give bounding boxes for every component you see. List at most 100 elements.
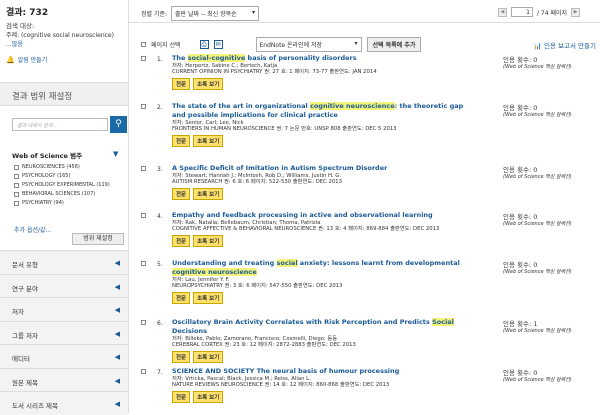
record-title-part: Social	[432, 318, 454, 326]
view-abstract-button[interactable]: 초록 보기	[193, 234, 224, 247]
record-checkbox[interactable]	[141, 56, 146, 61]
select-page-checkbox[interactable]	[141, 42, 146, 48]
fulltext-button[interactable]: 전문	[172, 234, 191, 247]
record-title-part: basis of personality disorders	[245, 54, 357, 62]
record-citations: 인용 횟수: 1 (Web of Science 핵심 컬렉션)	[503, 318, 593, 334]
query-more-link[interactable]: ...많음	[6, 39, 122, 48]
citation-report-link[interactable]: 📊 인용 보고서 만들기	[534, 40, 596, 50]
facet-research-area[interactable]: 연구 분야 ◀	[0, 273, 128, 297]
record-citations: 인용 횟수: 0 (Web of Science 핵심 컬렉션)	[503, 211, 593, 227]
query-text: 주제: (cognitive social neuroscience)	[6, 32, 114, 39]
next-page-button[interactable]: ▶	[571, 7, 580, 17]
record-number: 5.	[157, 261, 163, 268]
view-abstract-button[interactable]: 초록 보기	[193, 350, 224, 363]
fulltext-button[interactable]: 전문	[172, 390, 191, 403]
facet-source-title[interactable]: 원본 제목 ◀	[0, 367, 128, 391]
facet-group-author[interactable]: 그룹 저자 ◀	[0, 320, 128, 344]
facet-document-type[interactable]: 문서 유형 ◀	[0, 250, 128, 274]
category-checkbox[interactable]	[14, 200, 19, 206]
chevron-down-icon: ▾	[354, 40, 358, 47]
category-checkbox[interactable]	[14, 191, 19, 197]
facet-editor[interactable]: 에디터 ◀	[0, 344, 128, 368]
fulltext-button[interactable]: 전문	[172, 134, 191, 147]
record-title[interactable]: SCIENCE AND SOCIETY The neural basis of …	[172, 367, 467, 376]
more-options-link[interactable]: 추가 옵션/값...	[14, 225, 51, 234]
record-checkbox[interactable]	[141, 213, 146, 218]
select-page-label: 페이지 선택	[151, 42, 181, 49]
sort-bar: 정렬 기준: 출판 날짜 -- 최신 항목순 ▾	[141, 6, 260, 21]
prev-page-button[interactable]: ◀	[497, 7, 507, 17]
times-cited[interactable]: 인용 횟수: 0	[503, 211, 593, 221]
add-to-list-button[interactable]: 선택 목록에 추가	[366, 37, 422, 52]
record-source: NEUROPSYCHIATRY 권: 3 호: 6 페이지: 547-550 출…	[172, 283, 343, 290]
times-cited[interactable]: 인용 횟수: 1	[503, 318, 593, 328]
record-title-part: Decisions	[172, 327, 207, 335]
record-checkbox[interactable]	[141, 166, 146, 171]
fulltext-button[interactable]: 전문	[172, 291, 191, 304]
view-abstract-button[interactable]: 초록 보기	[193, 291, 224, 304]
record-buttons: 전문 초록 보기	[172, 77, 467, 90]
page-input[interactable]: 1	[510, 7, 533, 17]
record-title-part: SCIENCE AND SOCIETY The neural basis of …	[172, 367, 400, 375]
times-cited-note: (Web of Science 핵심 컬렉션)	[503, 64, 572, 70]
record-checkbox[interactable]	[141, 369, 146, 374]
record-citations: 인용 횟수: 0 (Web of Science 핵심 컬렉션)	[503, 54, 593, 70]
record-checkbox[interactable]	[141, 261, 146, 266]
search-within-button[interactable]: ⚲	[110, 116, 127, 133]
record-title[interactable]: A Specific Deficit of Imitation in Autis…	[172, 164, 467, 173]
record-title[interactable]: The state of the art in organizational c…	[172, 102, 467, 120]
category-item[interactable]: PSYCHOLOGY (165)	[14, 173, 126, 179]
query-label: 검색 대상:	[6, 22, 35, 30]
times-cited[interactable]: 인용 횟수: 0	[503, 102, 593, 112]
chevron-down-icon[interactable]: ▼	[113, 150, 118, 158]
record-title[interactable]: The social-cognitive basis of personalit…	[172, 54, 467, 63]
view-abstract-button[interactable]: 초록 보기	[193, 390, 224, 403]
record-body: The social-cognitive basis of personalit…	[172, 54, 467, 90]
sort-select[interactable]: 출판 날짜 -- 최신 항목순 ▾	[171, 6, 260, 21]
category-item[interactable]: BEHAVIORAL SCIENCES (107)	[14, 191, 126, 197]
category-checkbox[interactable]	[14, 173, 19, 179]
view-abstract-button[interactable]: 초록 보기	[193, 77, 224, 90]
record-checkbox[interactable]	[141, 104, 146, 109]
record-title[interactable]: Understanding and treating social anxiet…	[172, 259, 467, 277]
fulltext-button[interactable]: 전문	[172, 187, 191, 200]
record-number: 4.	[157, 213, 163, 220]
record-checkbox[interactable]	[141, 320, 146, 325]
email-icon[interactable]: ✉	[213, 40, 223, 49]
view-abstract-button[interactable]: 초록 보기	[193, 187, 224, 200]
record-citations: 인용 횟수: 0 (Web of Science 핵심 컬렉션)	[503, 102, 593, 118]
print-icon[interactable]: ⎙	[199, 40, 209, 49]
chevron-left-icon: ◀	[114, 376, 120, 385]
category-item[interactable]: NEUROSCIENCES (456)	[14, 164, 126, 170]
endnote-select[interactable]: EndNote 온라인에 저장 ▾	[255, 37, 362, 52]
category-heading: Web of Science 범주	[12, 152, 83, 160]
refine-button[interactable]: 범위 재설정	[72, 233, 124, 245]
record-buttons: 전문 초록 보기	[172, 187, 467, 200]
category-item[interactable]: PSYCHIATRY (94)	[14, 200, 126, 206]
search-within-input[interactable]: 결과 내에서 검색...	[12, 118, 108, 131]
category-checkbox[interactable]	[14, 182, 19, 188]
times-cited-note: (Web of Science 핵심 컬렉션)	[503, 328, 572, 334]
times-cited[interactable]: 인용 횟수: 0	[503, 367, 593, 377]
times-cited[interactable]: 인용 횟수: 0	[503, 259, 593, 269]
fulltext-button[interactable]: 전문	[172, 77, 191, 90]
facet-author[interactable]: 저자 ◀	[0, 297, 128, 321]
record-title[interactable]: Oscillatory Brain Activity Correlates wi…	[172, 318, 467, 336]
record-title-part: Understanding and treating	[172, 259, 277, 267]
category-checkbox[interactable]	[14, 164, 19, 170]
record-title-part: anxiety: lessons learnt from development…	[297, 259, 460, 267]
facet-book-series[interactable]: 도서 시리즈 제목 ◀	[0, 391, 128, 415]
fulltext-button[interactable]: 전문	[172, 350, 191, 363]
times-cited[interactable]: 인용 횟수: 0	[503, 54, 593, 64]
record-title[interactable]: Empathy and feedback processing in activ…	[172, 211, 467, 220]
chevron-left-icon: ◀	[114, 306, 120, 314]
create-alert-link[interactable]: 🔔 알림 만들기	[6, 55, 122, 65]
view-abstract-button[interactable]: 초록 보기	[193, 134, 224, 147]
record-source: CURRENT OPINION IN PSYCHIATRY 권: 27 호: 1…	[172, 69, 377, 76]
record-number: 6.	[157, 320, 163, 327]
record-title-part: social-cognitive	[187, 54, 246, 62]
category-item[interactable]: PSYCHOLOGY EXPERIMENTAL (119)	[14, 182, 126, 188]
record-body: A Specific Deficit of Imitation in Autis…	[172, 164, 467, 200]
record-title-part: A Specific Deficit of Imitation in Autis…	[172, 164, 388, 172]
times-cited[interactable]: 인용 횟수: 0	[503, 164, 593, 174]
